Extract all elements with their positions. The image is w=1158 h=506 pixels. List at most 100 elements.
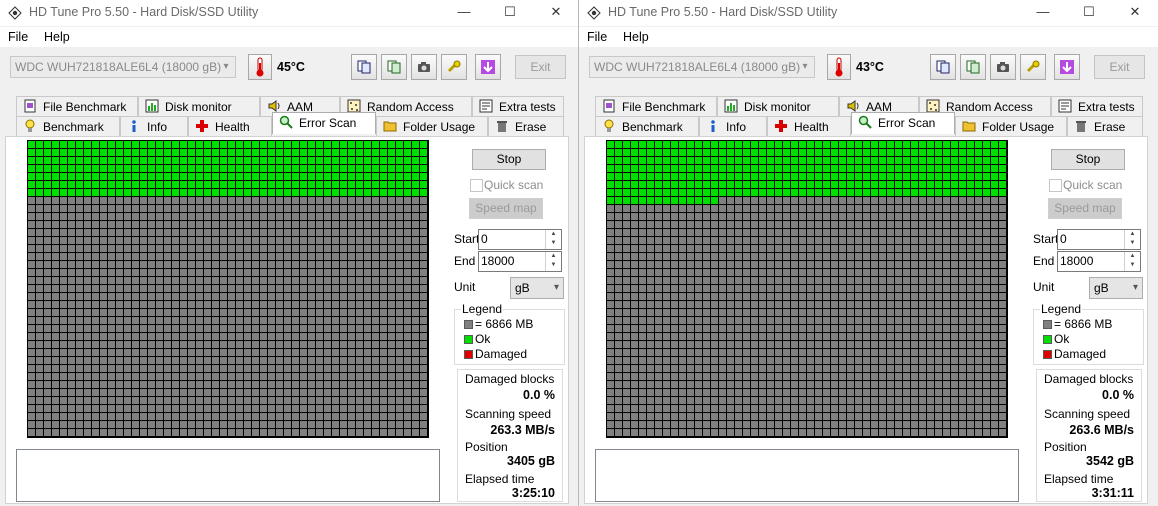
spin-down-icon[interactable]: ▼ <box>546 261 561 270</box>
block-ok <box>380 173 387 180</box>
block-unscanned <box>783 221 790 228</box>
quick-scan-checkbox[interactable] <box>470 179 483 192</box>
block-unscanned <box>228 357 235 364</box>
menu-file[interactable]: File <box>587 30 607 44</box>
block-unscanned <box>252 293 259 300</box>
spin-up-icon[interactable]: ▲ <box>546 252 561 261</box>
spin-down-icon[interactable]: ▼ <box>1125 239 1140 248</box>
quick-scan-checkbox[interactable] <box>1049 179 1062 192</box>
stop-button[interactable]: Stop <box>472 149 546 170</box>
block-unscanned <box>767 349 774 356</box>
block-unscanned <box>663 293 670 300</box>
tab-health[interactable]: Health <box>767 116 851 136</box>
copy-screenshot-button[interactable] <box>960 54 986 80</box>
block-unscanned <box>148 269 155 276</box>
menu-help[interactable]: Help <box>44 30 70 44</box>
block-unscanned <box>759 293 766 300</box>
block-unscanned <box>863 373 870 380</box>
block-unscanned <box>943 309 950 316</box>
menu-file[interactable]: File <box>8 30 28 44</box>
block-unscanned <box>735 429 742 436</box>
copy-screenshot-button[interactable] <box>381 54 407 80</box>
scan-log-box[interactable] <box>595 449 1019 502</box>
end-spinbox[interactable]: 18000 ▲ ▼ <box>1057 251 1141 272</box>
title-bar[interactable]: HD Tune Pro 5.50 - Hard Disk/SSD Utility… <box>0 0 578 26</box>
block-unscanned <box>647 365 654 372</box>
drive-select[interactable]: WDC WUH721818ALE6L4 (18000 gB) ▾ <box>589 56 815 78</box>
spin-down-icon[interactable]: ▼ <box>1125 261 1140 270</box>
end-spinbox[interactable]: 18000 ▲ ▼ <box>478 251 562 272</box>
scan-log-box[interactable] <box>16 449 440 502</box>
speed-map-button[interactable]: Speed map <box>1048 198 1122 219</box>
block-unscanned <box>799 285 806 292</box>
tab-benchmark[interactable]: Benchmark <box>16 116 120 136</box>
block-unscanned <box>743 229 750 236</box>
spin-up-icon[interactable]: ▲ <box>546 230 561 239</box>
copy-info-button[interactable] <box>930 54 956 80</box>
block-unscanned <box>236 421 243 428</box>
exit-button[interactable]: Exit <box>515 55 566 79</box>
screenshot-button[interactable] <box>990 54 1016 80</box>
exit-button[interactable]: Exit <box>1094 55 1145 79</box>
block-unscanned <box>975 221 982 228</box>
tab-benchmark[interactable]: Benchmark <box>595 116 699 136</box>
tab-file-benchmark[interactable]: File Benchmark <box>16 96 138 116</box>
tab-file-benchmark[interactable]: File Benchmark <box>595 96 717 116</box>
tab-folder-usage[interactable]: Folder Usage <box>955 116 1067 136</box>
tab-error-scan[interactable]: Error Scan <box>272 112 376 134</box>
block-unscanned <box>919 421 926 428</box>
tab-extra-tests[interactable]: Extra tests <box>1051 96 1143 116</box>
tab-disk-monitor[interactable]: Disk monitor <box>717 96 839 116</box>
close-button[interactable]: ✕ <box>1112 0 1158 26</box>
tab-error-scan[interactable]: Error Scan <box>851 112 955 134</box>
tab-folder-usage[interactable]: Folder Usage <box>376 116 488 136</box>
block-unscanned <box>372 277 379 284</box>
copy-info-button[interactable] <box>351 54 377 80</box>
block-unscanned <box>759 317 766 324</box>
close-button[interactable]: ✕ <box>533 0 578 26</box>
maximize-button[interactable]: ☐ <box>1066 0 1112 26</box>
save-button[interactable] <box>1054 54 1080 80</box>
tab-erase[interactable]: Erase <box>1067 116 1143 136</box>
block-ok <box>767 189 774 196</box>
tab-extra-tests[interactable]: Extra tests <box>472 96 564 116</box>
block-unscanned <box>927 285 934 292</box>
block-unscanned <box>180 341 187 348</box>
spin-up-icon[interactable]: ▲ <box>1125 230 1140 239</box>
tab-info[interactable]: Info <box>699 116 767 136</box>
block-unscanned <box>76 373 83 380</box>
toolbar: WDC WUH721818ALE6L4 (18000 gB) ▾ 43°C Exi… <box>579 48 1158 88</box>
maximize-button[interactable]: ☐ <box>487 0 533 26</box>
spin-down-icon[interactable]: ▼ <box>546 239 561 248</box>
block-unscanned <box>412 341 419 348</box>
tab-erase[interactable]: Erase <box>488 116 564 136</box>
drive-select[interactable]: WDC WUH721818ALE6L4 (18000 gB) ▾ <box>10 56 236 78</box>
save-button[interactable] <box>475 54 501 80</box>
minimize-button[interactable]: — <box>441 0 487 26</box>
tab-health[interactable]: Health <box>188 116 272 136</box>
minimize-button[interactable]: — <box>1020 0 1066 26</box>
block-unscanned <box>919 229 926 236</box>
title-bar[interactable]: HD Tune Pro 5.50 - Hard Disk/SSD Utility… <box>579 0 1158 26</box>
unit-select[interactable]: gB ▾ <box>510 277 564 299</box>
block-unscanned <box>727 309 734 316</box>
block-unscanned <box>188 205 195 212</box>
stop-button[interactable]: Stop <box>1051 149 1125 170</box>
tab-disk-monitor[interactable]: Disk monitor <box>138 96 260 116</box>
start-spinbox[interactable]: 0 ▲ ▼ <box>478 229 562 250</box>
block-unscanned <box>84 405 91 412</box>
unit-select[interactable]: gB ▾ <box>1089 277 1143 299</box>
menu-help[interactable]: Help <box>623 30 649 44</box>
block-unscanned <box>623 421 630 428</box>
block-unscanned <box>623 229 630 236</box>
block-unscanned <box>671 389 678 396</box>
options-button[interactable] <box>441 54 467 80</box>
screenshot-button[interactable] <box>411 54 437 80</box>
block-ok <box>148 157 155 164</box>
spin-up-icon[interactable]: ▲ <box>1125 252 1140 261</box>
block-unscanned <box>220 397 227 404</box>
options-button[interactable] <box>1020 54 1046 80</box>
speed-map-button[interactable]: Speed map <box>469 198 543 219</box>
start-spinbox[interactable]: 0 ▲ ▼ <box>1057 229 1141 250</box>
tab-info[interactable]: Info <box>120 116 188 136</box>
